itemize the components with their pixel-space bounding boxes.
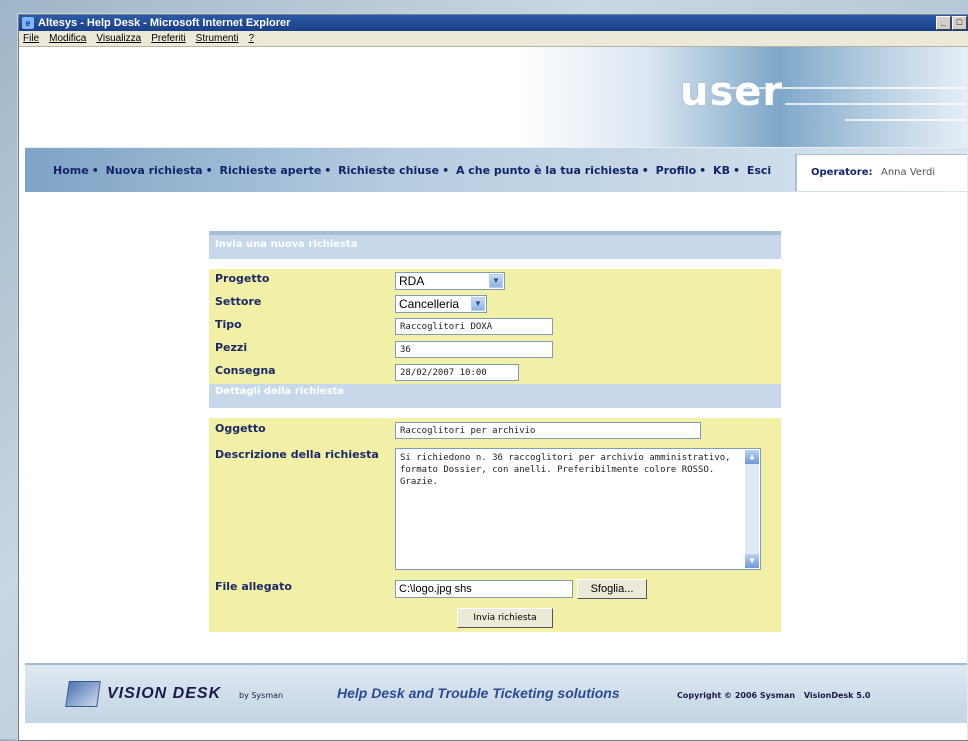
- label-oggetto: Oggetto: [215, 422, 266, 435]
- file-input[interactable]: C:\logo.jpg shs: [395, 580, 573, 598]
- page-viewport: user Home • Nuova richiesta • Richieste ap…: [19, 47, 967, 740]
- nav-kb[interactable]: KB: [713, 164, 730, 177]
- row-settore: Settore Cancelleria ▼: [209, 292, 781, 315]
- oggetto-input[interactable]: Raccoglitori per archivio: [395, 422, 701, 439]
- site-footer: VISION DESK by Sysman Help Desk and Trou…: [25, 663, 967, 723]
- label-tipo: Tipo: [215, 318, 242, 331]
- nav-home[interactable]: Home: [53, 164, 89, 177]
- consegna-input[interactable]: 28/02/2007 10:00: [395, 364, 519, 381]
- nav-richieste-aperte[interactable]: Richieste aperte: [219, 164, 321, 177]
- maximize-button[interactable]: □: [952, 16, 967, 30]
- footer-brand: VISION DESK: [107, 685, 222, 702]
- visiondesk-logo-icon: [65, 681, 101, 707]
- tipo-input[interactable]: Raccoglitori DOXA: [395, 318, 553, 335]
- descrizione-textarea[interactable]: Si richiedono n. 36 raccoglitori per arc…: [395, 448, 761, 570]
- nav-stato-richiesta[interactable]: A che punto è la tua richiesta: [456, 164, 639, 177]
- menu-help[interactable]: ?: [248, 33, 254, 44]
- progetto-value: RDA: [399, 274, 425, 288]
- chevron-down-icon[interactable]: ▼: [489, 274, 503, 288]
- nav-nuova-richiesta[interactable]: Nuova richiesta: [106, 164, 203, 177]
- nav-profilo[interactable]: Profilo: [656, 164, 697, 177]
- menu-strumenti[interactable]: Strumenti: [196, 33, 239, 44]
- menu-visualizza[interactable]: Visualizza: [96, 33, 141, 44]
- copyright-text: Copyright © 2006 Sysman: [677, 691, 796, 700]
- descrizione-value: Si richiedono n. 36 raccoglitori per arc…: [400, 453, 731, 487]
- minimize-button[interactable]: _: [936, 16, 951, 30]
- row-file: File allegato C:\logo.jpg shs Sfoglia...: [209, 576, 781, 602]
- textarea-scrollbar[interactable]: ▲ ▼: [745, 450, 759, 568]
- operator-box: Operatore: Anna Verdi: [795, 154, 967, 191]
- pezzi-input[interactable]: 36: [395, 341, 553, 358]
- browser-window: e Altesys - Help Desk - Microsoft Intern…: [18, 14, 968, 741]
- footer-copyright: Copyright © 2006 Sysman VisionDesk 5.0: [677, 691, 870, 700]
- row-oggetto: Oggetto Raccoglitori per archivio: [209, 418, 781, 442]
- banner-user-text: user: [680, 69, 784, 115]
- settore-select[interactable]: Cancelleria ▼: [395, 295, 487, 313]
- settore-value: Cancelleria: [399, 297, 460, 311]
- title-bar: e Altesys - Help Desk - Microsoft Intern…: [19, 15, 968, 31]
- ie-icon: e: [22, 17, 34, 29]
- progetto-select[interactable]: RDA ▼: [395, 272, 505, 290]
- label-settore: Settore: [215, 295, 262, 308]
- footer-tagline: Help Desk and Trouble Ticketing solution…: [337, 685, 620, 701]
- label-file: File allegato: [215, 580, 292, 593]
- chevron-down-icon[interactable]: ▼: [471, 297, 485, 311]
- main-nav: Home • Nuova richiesta • Richieste aperte •…: [53, 164, 772, 177]
- row-pezzi: Pezzi 36: [209, 338, 781, 361]
- request-form: Invia una nuova richiesta Progetto RDA ▼…: [209, 231, 781, 632]
- version-text: VisionDesk 5.0: [803, 691, 871, 700]
- window-title: Altesys - Help Desk - Microsoft Internet…: [38, 17, 291, 29]
- nav-richieste-chiuse[interactable]: Richieste chiuse: [338, 164, 439, 177]
- submit-button[interactable]: Invia richiesta: [457, 608, 553, 628]
- scroll-down-icon[interactable]: ▼: [745, 554, 759, 568]
- menu-file[interactable]: File: [23, 33, 39, 44]
- section-details-title: Dettagli della richiesta: [209, 384, 781, 408]
- menu-modifica[interactable]: Modifica: [49, 33, 86, 44]
- row-descrizione: Descrizione della richiesta Si richiedon…: [209, 442, 781, 576]
- footer-by: by Sysman: [239, 691, 284, 700]
- nav-esci[interactable]: Esci: [747, 164, 771, 177]
- menu-preferiti[interactable]: Preferiti: [151, 33, 185, 44]
- scroll-up-icon[interactable]: ▲: [745, 450, 759, 464]
- label-progetto: Progetto: [215, 272, 270, 285]
- banner: user: [25, 47, 967, 147]
- browse-button[interactable]: Sfoglia...: [577, 579, 647, 599]
- label-descrizione: Descrizione della richiesta: [215, 448, 379, 461]
- row-submit: Invia richiesta: [209, 602, 781, 632]
- operator-name: Anna Verdi: [881, 167, 936, 178]
- section-new-request-title: Invia una nuova richiesta: [209, 231, 781, 259]
- nav-bar: Home • Nuova richiesta • Richieste aperte •…: [25, 147, 967, 192]
- detail-fields: Oggetto Raccoglitori per archivio Descri…: [209, 418, 781, 632]
- operator-label: Operatore:: [811, 167, 873, 178]
- request-fields: Progetto RDA ▼ Settore Cancelleria ▼ Tip…: [209, 269, 781, 384]
- row-progetto: Progetto RDA ▼: [209, 269, 781, 292]
- row-tipo: Tipo Raccoglitori DOXA: [209, 315, 781, 338]
- site-header: user Home • Nuova richiesta • Richieste ap…: [25, 47, 967, 192]
- row-consegna: Consegna 28/02/2007 10:00: [209, 361, 781, 384]
- label-pezzi: Pezzi: [215, 341, 248, 354]
- menu-bar: File Modifica Visualizza Preferiti Strum…: [19, 31, 968, 47]
- label-consegna: Consegna: [215, 364, 276, 377]
